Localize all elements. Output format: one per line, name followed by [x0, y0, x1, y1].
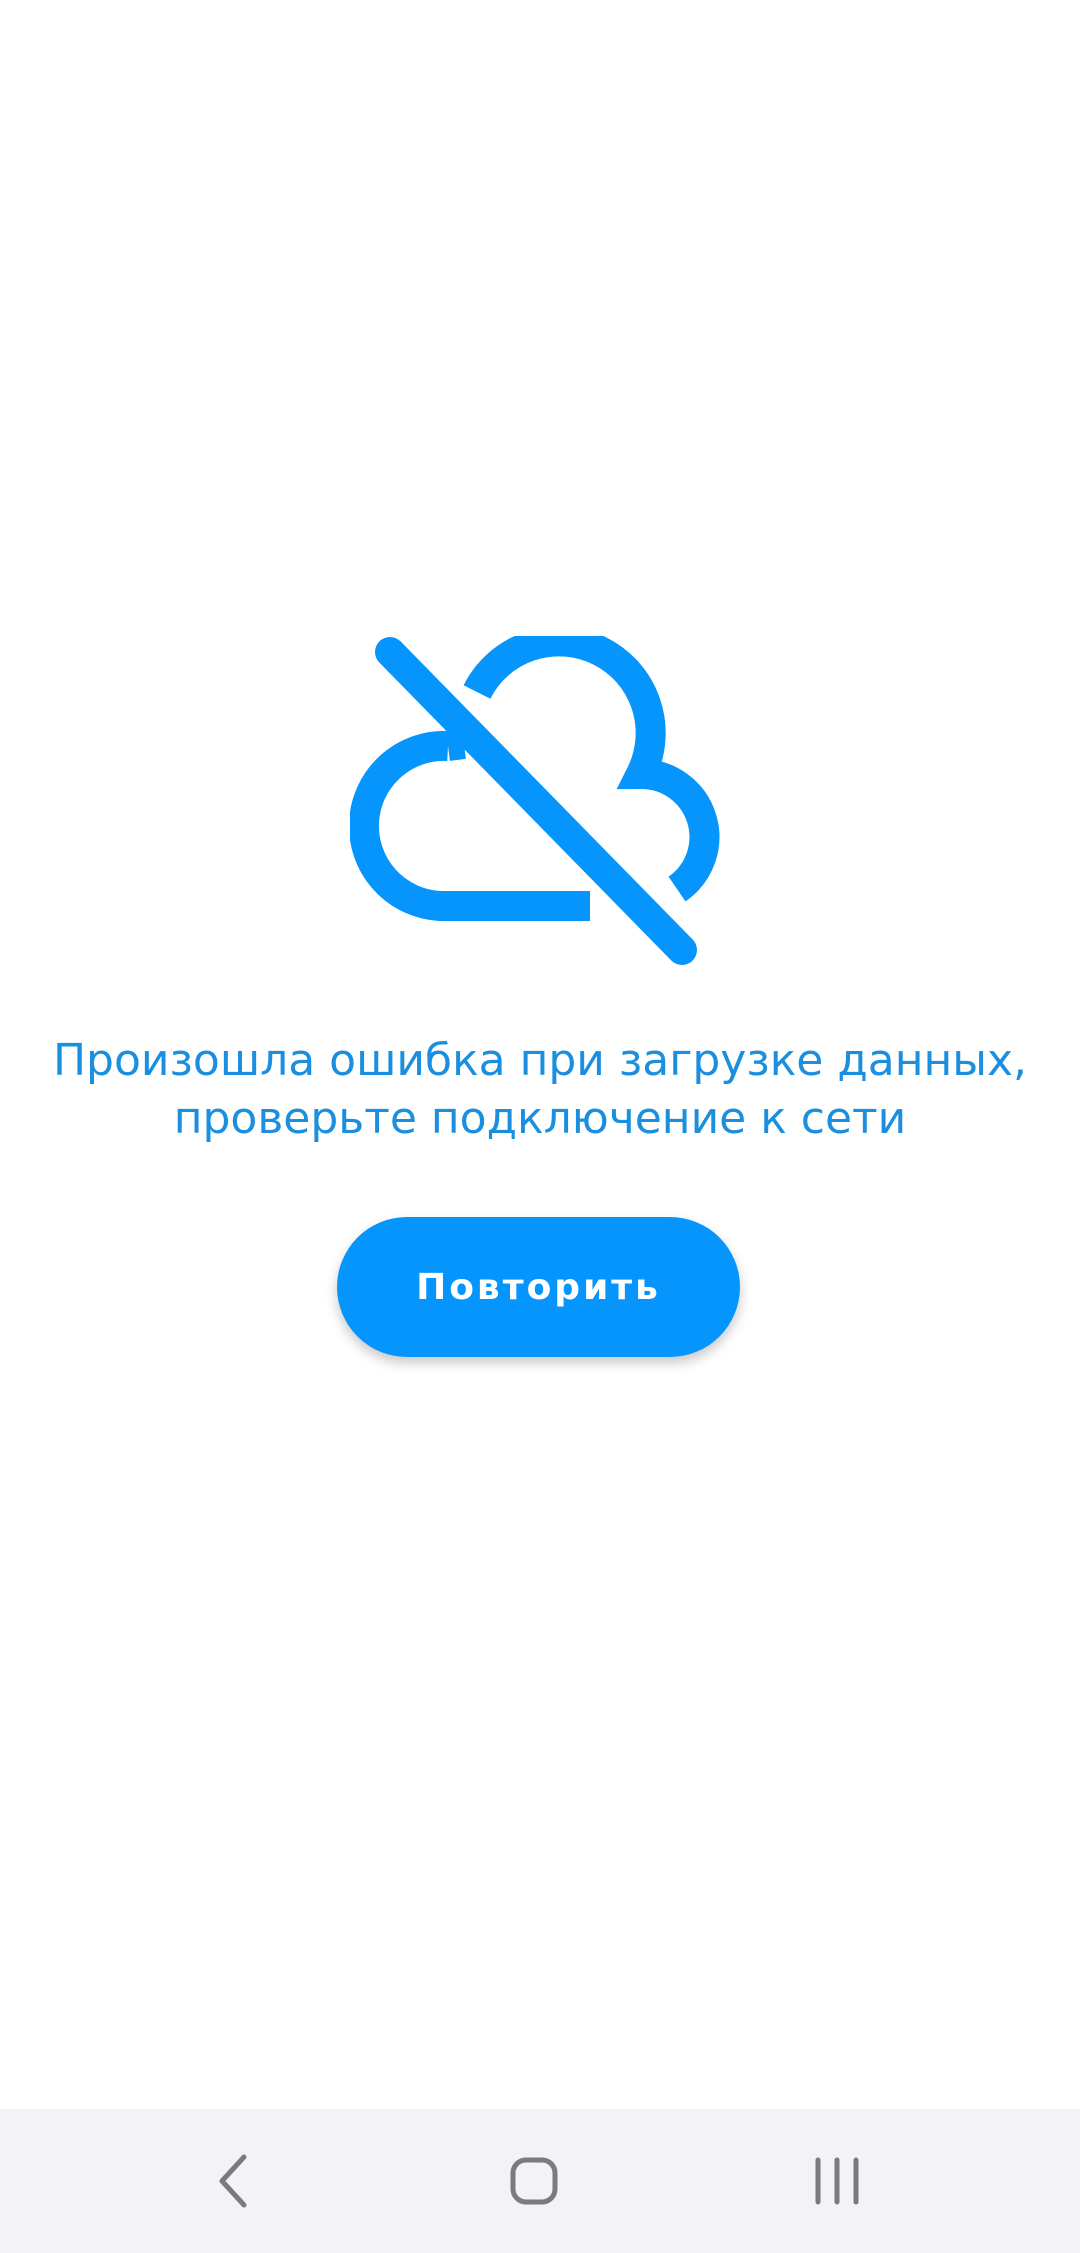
- nav-back-button[interactable]: [194, 2141, 274, 2221]
- error-screen: Произошла ошибка при загрузке данных, пр…: [0, 0, 1080, 2253]
- nav-recents-button[interactable]: [797, 2141, 877, 2221]
- retry-button[interactable]: Повторить: [337, 1217, 740, 1357]
- system-navigation-bar: [0, 2109, 1080, 2253]
- error-message-line-1: Произошла ошибка при загрузке данных,: [52, 1035, 1028, 1086]
- back-icon: [219, 2154, 247, 2208]
- cloud-off-icon: [350, 636, 730, 966]
- recents-icon: [815, 2157, 859, 2205]
- error-message: Произошла ошибка при загрузке данных, пр…: [40, 1032, 1040, 1148]
- nav-home-button[interactable]: [494, 2141, 574, 2221]
- home-icon: [510, 2157, 558, 2205]
- error-message-line-2: проверьте подключение к сети: [173, 1093, 907, 1144]
